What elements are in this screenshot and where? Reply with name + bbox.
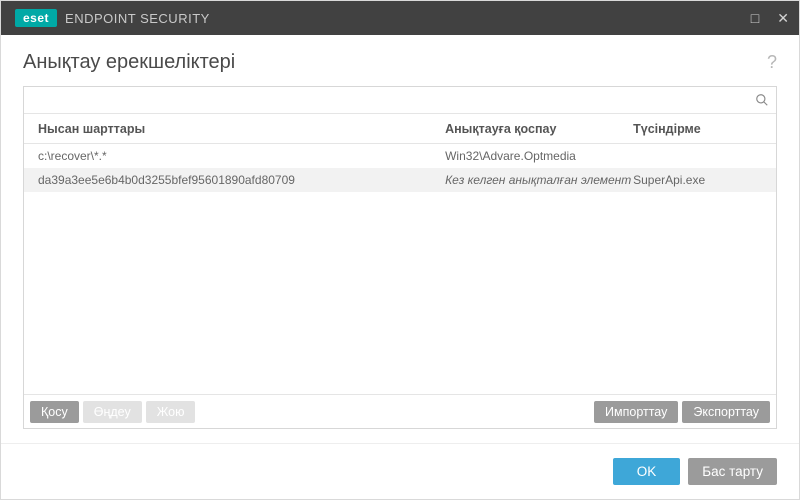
- cancel-button[interactable]: Бас тарту: [688, 458, 777, 485]
- cell-criteria: da39a3ee5e6b4b0d3255bfef95601890afd80709: [24, 173, 445, 187]
- col-exclude[interactable]: Анықтауға қоспау: [445, 122, 633, 136]
- cell-exclude: Кез келген анықталған элемент: [445, 173, 633, 187]
- import-button[interactable]: Импорттау: [594, 401, 678, 423]
- col-comment[interactable]: Түсіндірме: [633, 122, 776, 136]
- table-row[interactable]: c:\recover\*.*Win32\Advare.Optmedia: [24, 144, 776, 168]
- cell-criteria: c:\recover\*.*: [24, 149, 445, 163]
- export-button[interactable]: Экспорттау: [682, 401, 770, 423]
- ok-button[interactable]: OK: [613, 458, 681, 485]
- add-button[interactable]: Қосу: [30, 401, 79, 423]
- edit-button: Өңдеу: [83, 401, 142, 423]
- table-header: Нысан шарттары Анықтауға қоспау Түсіндір…: [24, 114, 776, 144]
- titlebar: eset ENDPOINT SECURITY □ ✕: [1, 1, 799, 35]
- cell-comment: SuperApi.exe: [633, 173, 776, 187]
- col-criteria[interactable]: Нысан шарттары: [24, 122, 445, 136]
- page-title: Анықтау ерекшеліктері: [23, 51, 235, 74]
- delete-button: Жою: [146, 401, 196, 423]
- help-icon[interactable]: ?: [767, 52, 777, 73]
- exclusions-panel: Нысан шарттары Анықтауға қоспау Түсіндір…: [23, 86, 777, 429]
- brand-name: ENDPOINT SECURITY: [65, 11, 210, 26]
- cell-exclude: Win32\Advare.Optmedia: [445, 149, 633, 163]
- table-row[interactable]: da39a3ee5e6b4b0d3255bfef95601890afd80709…: [24, 168, 776, 192]
- brand-badge: eset: [15, 9, 57, 27]
- search-input[interactable]: [24, 87, 748, 113]
- minimize-icon[interactable]: □: [751, 11, 759, 25]
- table-body: c:\recover\*.*Win32\Advare.Optmediada39a…: [24, 144, 776, 394]
- close-icon[interactable]: ✕: [777, 11, 789, 25]
- search-icon[interactable]: [748, 87, 776, 113]
